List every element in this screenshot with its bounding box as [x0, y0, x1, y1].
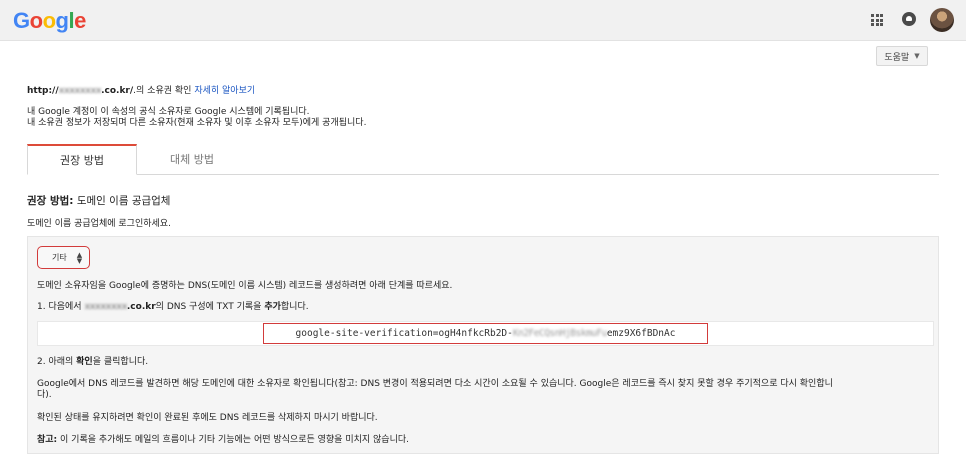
logo-letter: g — [55, 8, 69, 33]
login-instruction: 도메인 이름 공급업체에 로그인하세요. — [27, 219, 171, 229]
step2-prefix: 2. 아래의 — [37, 357, 77, 367]
apps-grid-icon[interactable] — [871, 14, 883, 26]
step2-text: 2. 아래의 확인을 클릭합니다. — [37, 357, 148, 368]
ownership-text: .의 소유권 확인 — [133, 86, 192, 96]
method-heading: 권장 방법: 도메인 이름 공급업체 — [27, 195, 170, 208]
tab-recommended[interactable]: 권장 방법 — [27, 144, 137, 175]
logo-letter: G — [13, 8, 30, 33]
note-text: 참고: 이 기록을 추가해도 메일의 흐름이나 기타 기능에는 어떤 방식으로든… — [37, 435, 409, 446]
site-url-prefix: http:// — [27, 86, 59, 96]
method-heading-rest: 도메인 이름 공급업체 — [73, 195, 171, 207]
step1-domain-blurred: xxxxxxxx — [84, 302, 127, 312]
method-heading-bold: 권장 방법: — [27, 195, 74, 207]
intro-text: 도메인 소유자임을 Google에 증명하는 DNS(도메인 이름 시스템) 레… — [37, 281, 453, 291]
note-body: 이 기록을 추가해도 메일의 흐름이나 기타 기능에는 어떤 방식으로든 영향을… — [57, 435, 410, 445]
provider-select-value: 기타 — [52, 253, 67, 262]
chevron-down-icon: ▼ — [914, 52, 920, 60]
detection-line1: Google에서 DNS 레코드를 발견하면 해당 도메인에 대한 소유자로 확… — [37, 379, 833, 389]
top-bar: Google — [0, 0, 966, 41]
txt-record-value[interactable]: google-site-verification=ogH4nfkcRb2D- Kn… — [263, 323, 708, 344]
site-url-suffix: .co.kr/ — [101, 86, 134, 96]
step1-prefix: 1. 다음에서 — [37, 302, 85, 312]
txt-record-part2: emz9X6fBDnAc — [606, 328, 676, 339]
logo-letter: e — [74, 8, 86, 33]
google-logo[interactable]: Google — [13, 8, 86, 34]
logo-letter: o — [42, 8, 56, 33]
txt-record-part1: google-site-verification=ogH4nfkcRb2D- — [295, 328, 513, 339]
site-url-blurred: xxxxxxxx — [58, 86, 102, 96]
detection-line2: 다). — [37, 390, 52, 400]
step2-verify: 확인 — [76, 357, 93, 367]
learn-more-link[interactable]: 자세히 알아보기 — [194, 86, 255, 96]
help-button[interactable]: 도움말 ▼ — [876, 46, 928, 66]
logo-letter: o — [29, 8, 43, 33]
step2-suffix: 을 클릭합니다. — [92, 357, 149, 367]
step1-middle: 의 DNS 구성에 TXT 기록을 — [155, 302, 265, 312]
step1-add: 추가 — [264, 302, 281, 312]
step1-text: 1. 다음에서 xxxxxxxx.co.kr의 DNS 구성에 TXT 기록을 … — [37, 302, 309, 313]
tab-alternate[interactable]: 대체 방법 — [137, 144, 247, 174]
keep-record-text: 확인된 상태를 유지하려면 확인이 완료된 후에도 DNS 레코드를 삭제하지 … — [37, 413, 378, 423]
select-arrows-icon: ▲ ▼ — [76, 250, 83, 265]
step1-suffix: 합니다. — [280, 302, 309, 312]
method-tabs: 권장 방법 대체 방법 — [27, 144, 939, 175]
note-label: 참고: — [37, 435, 58, 445]
step1-domain: .co.kr — [126, 302, 156, 312]
ownership-line2: 내 소유권 정보가 저장되며 다른 소유자(현재 소유자 및 이후 소유자 모두… — [27, 118, 367, 128]
ownership-title: http://xxxxxxxx.co.kr/.의 소유권 확인 자세히 알아보기 — [27, 86, 255, 97]
avatar[interactable] — [930, 8, 954, 32]
provider-select[interactable]: 기타 ▲ ▼ — [37, 246, 90, 269]
help-label: 도움말 — [884, 52, 910, 63]
ownership-line1: 내 Google 계정이 이 속성의 공식 소유자로 Google 시스템에 기… — [27, 107, 310, 117]
notifications-icon[interactable] — [902, 12, 916, 26]
txt-record-blurred: Kn2FeCQsnHjBskmuFu — [512, 328, 607, 339]
